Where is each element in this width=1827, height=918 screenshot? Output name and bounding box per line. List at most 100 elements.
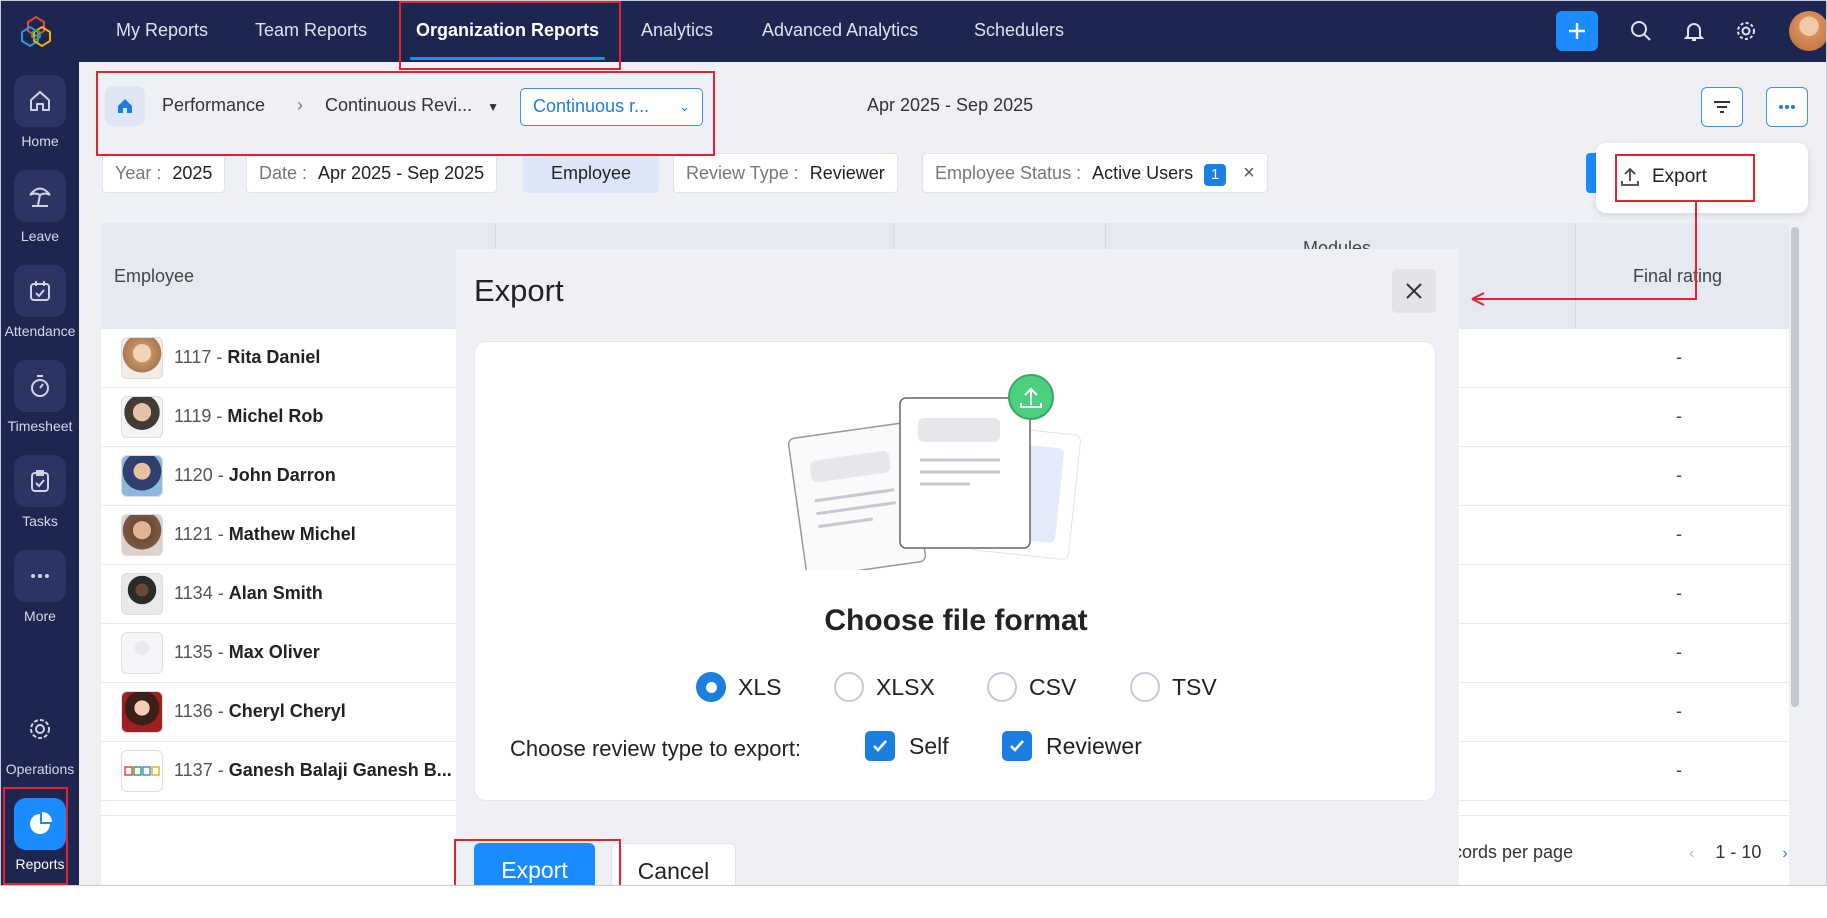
employee-fullname: Max Oliver bbox=[228, 642, 320, 662]
date-range-label: Apr 2025 - Sep 2025 bbox=[867, 95, 1034, 115]
app-logo bbox=[21, 15, 51, 48]
radio-empty-icon bbox=[834, 672, 864, 702]
checkbox-checked-icon bbox=[865, 731, 895, 761]
employee-fullname: Cheryl Cheryl bbox=[228, 701, 346, 721]
filter-chip-employee[interactable]: Employee bbox=[523, 153, 659, 193]
radio-label: XLSX bbox=[876, 673, 935, 700]
format-radio-xls[interactable]: XLS bbox=[696, 672, 781, 702]
employee-name: 1137 - Ganesh Balaji Ganesh B... bbox=[174, 760, 452, 781]
filter-chip-year[interactable]: Year : 2025 bbox=[102, 153, 226, 193]
employee-name: 1136 - Cheryl Cheryl bbox=[174, 701, 346, 722]
next-page-icon[interactable]: › bbox=[1782, 845, 1787, 862]
employee-fullname: Michel Rob bbox=[227, 406, 324, 426]
chip-value: Active Users bbox=[1092, 163, 1194, 183]
filter-chip-date[interactable]: Date : Apr 2025 - Sep 2025 bbox=[246, 153, 498, 193]
file-export-illustration bbox=[787, 374, 1081, 570]
radio-selected-icon bbox=[696, 672, 726, 702]
radio-label: CSV bbox=[1029, 673, 1077, 700]
notifications-button[interactable] bbox=[1680, 17, 1708, 45]
checkbox-label: Self bbox=[909, 732, 949, 759]
sidebar-item-label: Tasks bbox=[22, 513, 58, 529]
employee-avatar bbox=[121, 396, 163, 438]
employee-name: 1134 - Alan Smith bbox=[174, 583, 323, 604]
more-options-button[interactable] bbox=[1766, 87, 1808, 127]
employee-name: 1120 - John Darron bbox=[174, 465, 336, 486]
home-icon bbox=[30, 91, 50, 111]
chip-value: Apr 2025 - Sep 2025 bbox=[318, 163, 485, 183]
tab-team-reports[interactable]: Team Reports bbox=[255, 1, 367, 62]
final-rating-value: - bbox=[1676, 760, 1682, 780]
format-card: Choose file format XLS XLSX CSV TSV Choo… bbox=[474, 341, 1436, 801]
sidebar-item-label: Attendance bbox=[4, 323, 76, 339]
employee-id: 1135 - bbox=[174, 642, 224, 662]
more-horizontal-icon bbox=[1779, 105, 1795, 109]
stopwatch-icon bbox=[31, 375, 49, 397]
employee-fullname: Rita Daniel bbox=[227, 347, 321, 367]
export-dialog: Export Choose file format XLS XLSX CSV T… bbox=[456, 249, 1459, 885]
tab-schedulers[interactable]: Schedulers bbox=[974, 1, 1064, 62]
sidebar-item-label: Home bbox=[21, 133, 59, 149]
final-rating-value: - bbox=[1676, 583, 1682, 603]
choose-format-heading: Choose file format bbox=[824, 604, 1088, 637]
tab-my-reports[interactable]: My Reports bbox=[116, 1, 208, 62]
sidebar-item-tasks[interactable]: Tasks bbox=[1, 447, 79, 535]
calendar-check-icon bbox=[30, 281, 50, 301]
employee-id: 1117 - bbox=[174, 347, 223, 367]
chip-key: Year : bbox=[115, 163, 162, 183]
highlight-export-button bbox=[454, 839, 621, 885]
user-avatar[interactable] bbox=[1789, 11, 1826, 51]
sidebar: Home Leave Attendance Timesheet Tasks Mo… bbox=[1, 1, 79, 885]
add-button[interactable] bbox=[1556, 11, 1598, 51]
employee-avatar bbox=[121, 337, 163, 379]
close-icon[interactable]: × bbox=[1243, 154, 1255, 192]
employee-id: 1121 - bbox=[174, 524, 224, 544]
chip-value: Reviewer bbox=[809, 163, 885, 183]
sidebar-item-home[interactable]: Home bbox=[1, 67, 79, 155]
cancel-button[interactable]: Cancel bbox=[611, 843, 736, 885]
column-header-employee: Employee bbox=[114, 266, 195, 286]
radio-label: TSV bbox=[1172, 673, 1217, 700]
table-scrollbar[interactable] bbox=[1791, 227, 1799, 707]
radio-empty-icon bbox=[1130, 672, 1160, 702]
tab-analytics[interactable]: Analytics bbox=[641, 1, 713, 62]
chip-key: Employee Status : bbox=[935, 163, 1082, 183]
records-per-page-label[interactable]: cords per page bbox=[1453, 842, 1573, 863]
settings-button[interactable] bbox=[1732, 17, 1760, 45]
employee-avatar bbox=[121, 573, 163, 615]
employee-name: 1119 - Michel Rob bbox=[174, 406, 323, 427]
sidebar-item-leave[interactable]: Leave bbox=[1, 162, 79, 250]
review-checkbox-reviewer[interactable]: Reviewer bbox=[1002, 731, 1142, 761]
review-type-label: Choose review type to export: bbox=[510, 736, 802, 761]
tab-advanced-analytics[interactable]: Advanced Analytics bbox=[762, 1, 918, 62]
employee-avatar bbox=[121, 691, 163, 733]
format-radio-tsv[interactable]: TSV bbox=[1130, 672, 1217, 702]
employee-name: 1121 - Mathew Michel bbox=[174, 524, 356, 545]
chip-value: 2025 bbox=[172, 163, 213, 183]
sidebar-item-timesheet[interactable]: Timesheet bbox=[1, 352, 79, 440]
employee-fullname: Ganesh Balaji Ganesh B... bbox=[228, 760, 452, 780]
sidebar-item-more[interactable]: More bbox=[1, 542, 79, 630]
final-rating-value: - bbox=[1676, 701, 1682, 721]
close-icon bbox=[1406, 283, 1422, 299]
filter-chip-review-type[interactable]: Review Type : Reviewer bbox=[673, 153, 898, 193]
sidebar-item-label: Operations bbox=[5, 761, 75, 777]
prev-page-icon[interactable]: ‹ bbox=[1689, 845, 1694, 862]
filter-button[interactable] bbox=[1701, 87, 1743, 127]
format-radio-csv[interactable]: CSV bbox=[987, 672, 1076, 702]
radio-label: XLS bbox=[738, 673, 782, 700]
review-checkbox-self[interactable]: Self bbox=[865, 731, 949, 761]
company-logo-avatar bbox=[121, 750, 163, 792]
dialog-close-button[interactable] bbox=[1392, 269, 1436, 313]
employee-avatar-placeholder bbox=[121, 632, 163, 674]
sidebar-item-operations[interactable]: Operations bbox=[1, 695, 79, 783]
sidebar-item-label: More bbox=[24, 608, 56, 624]
format-radio-xlsx[interactable]: XLSX bbox=[834, 672, 935, 702]
sidebar-item-attendance[interactable]: Attendance bbox=[1, 257, 79, 345]
highlight-export-menu bbox=[1615, 154, 1755, 202]
employee-fullname: John Darron bbox=[228, 465, 336, 485]
search-button[interactable] bbox=[1627, 17, 1655, 45]
column-divider bbox=[1575, 223, 1576, 329]
radio-empty-icon bbox=[987, 672, 1017, 702]
employee-id: 1137 - bbox=[174, 760, 224, 780]
filter-chip-employee-status[interactable]: Employee Status : Active Users 1 × bbox=[922, 153, 1268, 193]
